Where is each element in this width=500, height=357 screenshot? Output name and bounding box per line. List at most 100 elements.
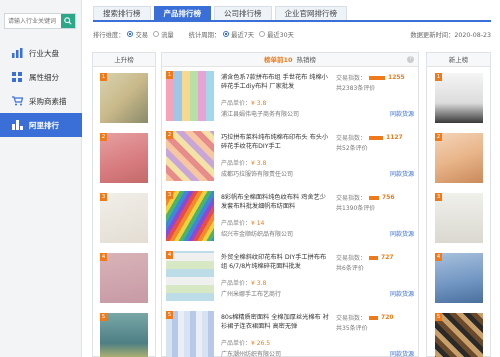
product-seller[interactable]: 绍兴市金顺纺织品有限公司 — [221, 229, 331, 238]
rank-badge: 3 — [100, 193, 107, 201]
same-source-link[interactable]: 同款货源 — [390, 349, 414, 357]
product-seller[interactable]: 成都巧拉服饰有限责任公司 — [221, 169, 331, 178]
tab-website-ranking[interactable]: 企业官网排行榜 — [274, 6, 347, 20]
product-row: 5 80s棉精质密面料 全棉加厚丝光棉布 衬衫裙子连衣裙面料 高密无弹 产品单价… — [166, 311, 416, 357]
sidebar-item-label: 阿里排行 — [29, 120, 59, 130]
rising-list-title: 上升榜 — [93, 53, 155, 67]
trade-index: 交易指数： 720 — [336, 314, 394, 322]
same-source-link[interactable]: 同款货源 — [390, 169, 414, 178]
product-seller[interactable]: 广州米娜手工布艺商行 — [221, 289, 331, 298]
sidebar-item-label: 行业大盘 — [29, 48, 59, 58]
rank-badge: 2 — [166, 131, 173, 139]
rank-badge: 5 — [100, 313, 107, 321]
radio-30days[interactable]: 最近30天 — [259, 30, 294, 39]
new-item-image[interactable]: 3 — [435, 193, 483, 243]
product-image[interactable]: 1 — [166, 71, 214, 121]
review-count: 共1390条评价 — [336, 205, 376, 212]
same-source-link[interactable]: 同款货源 — [390, 229, 414, 238]
period-label: 统计周期： — [188, 31, 221, 39]
new-item-image[interactable]: 2 — [435, 133, 483, 183]
help-icon[interactable]: ? — [407, 56, 414, 63]
product-image[interactable]: 4 — [166, 251, 214, 301]
sidebar-nav: 行业大盘 属性细分 采购商素描 阿里排行 — [0, 41, 82, 137]
product-title[interactable]: 8彩帆布全棉面料纯色纹布料 鸡舍艺少发套布料批发细帆布纺面料 — [221, 193, 331, 211]
product-price: 产品单价：¥ 14 — [221, 220, 265, 227]
product-row: 2 巧拉拼布菜料纯布纯棉布印布头 布头小碎花手纹花布DIY手工 产品单价：¥ 3… — [166, 131, 416, 189]
rank-badge: 5 — [166, 311, 173, 319]
sidebar-item-label: 采购商素描 — [29, 96, 67, 106]
same-source-link[interactable]: 同款货源 — [390, 289, 414, 298]
new-item-image[interactable]: 5 — [435, 313, 483, 357]
grid-icon — [11, 71, 23, 83]
product-title[interactable]: 浦含色系7款拼布布组 手世花布 纯棉小碎花手工diy布料 厂家批发 — [221, 73, 331, 91]
trade-index: 交易指数： 727 — [336, 254, 394, 262]
sidebar-item-buyers[interactable]: 采购商素描 — [0, 89, 82, 113]
trade-index: 交易指数： 1127 — [336, 134, 403, 142]
new-list-title: 新上榜 — [427, 53, 490, 67]
product-price: 产品单价：¥ 3.8 — [221, 160, 267, 167]
rising-item-image[interactable]: 2 — [100, 133, 148, 183]
radio-traffic[interactable]: 流量 — [153, 30, 174, 39]
product-row: 1 浦含色系7款拼布布组 手世花布 纯棉小碎花手工diy布料 厂家批发 产品单价… — [166, 71, 416, 129]
sidebar-item-attributes[interactable]: 属性细分 — [0, 65, 82, 89]
search-icon — [64, 17, 72, 25]
rising-item-image[interactable]: 4 — [100, 253, 148, 303]
new-item-image[interactable]: 1 — [435, 73, 483, 123]
tab-company-ranking[interactable]: 公司排行榜 — [214, 6, 272, 20]
dimension-label: 排行维度： — [93, 31, 125, 39]
ranking-tabs: 搜索排行榜 产品排行榜 公司排行榜 企业官网排行榜 — [93, 6, 491, 22]
rank-badge: 3 — [435, 193, 442, 201]
product-seller[interactable]: 浦江县娟伟电子商务有限公司 — [221, 109, 331, 118]
new-list: 新上榜 1 2 3 4 5 — [426, 52, 491, 357]
sidebar-item-ranking[interactable]: 阿里排行 — [0, 113, 82, 137]
rising-item-image[interactable]: 3 — [100, 193, 148, 243]
product-title[interactable]: 外贸全棉斜纹印花布料 DIY手工拼布布组 6/7/8片纯棉碎花面料批发 — [221, 253, 331, 271]
sidebar-item-industry[interactable]: 行业大盘 — [0, 41, 82, 65]
rank-badge: 1 — [166, 71, 173, 79]
new-item-image[interactable]: 4 — [435, 253, 483, 303]
rank-badge: 1 — [100, 73, 107, 81]
product-price: 产品单价：¥ 3.8 — [221, 100, 267, 107]
product-price: 产品单价：¥ 3.8 — [221, 280, 267, 287]
review-count: 共6条评价 — [336, 265, 364, 272]
search-button[interactable] — [61, 14, 75, 28]
trade-index: 交易指数： 756 — [336, 194, 395, 202]
ranking-icon — [11, 119, 23, 131]
product-image[interactable]: 5 — [166, 311, 214, 357]
rank-badge: 2 — [100, 133, 107, 141]
product-title[interactable]: 巧拉拼布菜料纯布纯棉布印布头 布头小碎花手纹花布DIY手工 — [221, 133, 331, 151]
hot-sale-list: 榜单前10 热销榜 ? 1 浦含色系7款拼布布组 手世花布 纯棉小碎花手工diy… — [161, 52, 419, 357]
product-row: 3 8彩帆布全棉面料纯色纹布料 鸡舍艺少发套布料批发细帆布纺面料 产品单价：¥ … — [166, 191, 416, 249]
product-seller[interactable]: 广东潮州纺织有限公司 — [221, 349, 331, 357]
update-time: 数据更新时间：2020-08-23 — [410, 31, 491, 39]
cart-icon — [11, 95, 23, 107]
product-row: 4 外贸全棉斜纹印花布料 DIY手工拼布布组 6/7/8片纯棉碎花面料批发 产品… — [166, 251, 416, 309]
product-image[interactable]: 2 — [166, 131, 214, 181]
product-price: 产品单价：¥ 26.5 — [221, 340, 271, 347]
sidebar: 行业大盘 属性细分 采购商素描 阿里排行 — [0, 0, 82, 357]
tab-product-ranking[interactable]: 产品排行榜 — [153, 6, 211, 20]
product-image[interactable]: 3 — [166, 191, 214, 241]
rank-badge: 5 — [435, 313, 442, 321]
rank-badge: 4 — [435, 253, 442, 261]
sidebar-item-label: 属性细分 — [29, 72, 59, 82]
search-input[interactable] — [5, 14, 62, 28]
rank-badge: 3 — [166, 191, 173, 199]
rising-list: 上升榜 1 2 3 4 5 — [92, 52, 156, 357]
product-title[interactable]: 80s棉精质密面料 全棉加厚丝光棉布 衬衫裙子连衣裙面料 高密无弹 — [221, 313, 331, 331]
trade-index: 交易指数： 1255 — [336, 74, 405, 82]
radio-7days[interactable]: 最近7天 — [223, 30, 254, 39]
tab-search-ranking[interactable]: 搜索排行榜 — [93, 6, 151, 20]
rank-badge: 4 — [166, 251, 173, 259]
review-count: 共2383条评价 — [336, 85, 376, 92]
rank-badge: 2 — [435, 133, 442, 141]
rising-item-image[interactable]: 5 — [100, 313, 148, 357]
bar-chart-icon — [11, 47, 23, 59]
review-count: 共35条评价 — [336, 325, 368, 332]
hot-sale-title: 榜单前10 热销榜 ? — [162, 53, 418, 67]
same-source-link[interactable]: 同款货源 — [390, 109, 414, 118]
rank-badge: 1 — [435, 73, 442, 81]
search-box — [4, 13, 76, 29]
radio-trade[interactable]: 交易 — [127, 30, 148, 39]
rising-item-image[interactable]: 1 — [100, 73, 148, 123]
